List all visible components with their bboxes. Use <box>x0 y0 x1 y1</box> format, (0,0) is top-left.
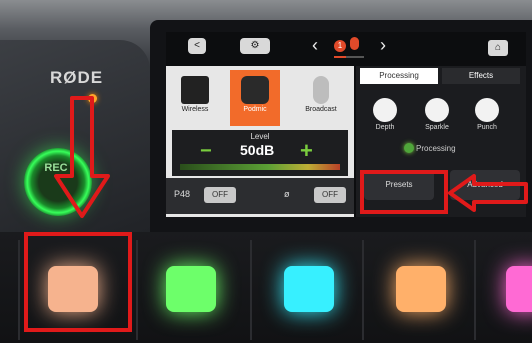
source-label: Wireless <box>181 106 209 113</box>
gear-icon: ⚙ <box>250 40 260 51</box>
effect-sparkle[interactable]: Sparkle <box>422 98 452 131</box>
tab-effects[interactable]: Effects <box>442 68 520 84</box>
next-channel-button[interactable]: › <box>380 36 386 54</box>
microphone-icon <box>350 37 359 50</box>
source-label: Broadcast <box>305 106 337 113</box>
sound-pad-4[interactable] <box>396 266 446 312</box>
effect-punch[interactable]: Punch <box>472 98 502 131</box>
punch-icon <box>475 98 499 122</box>
back-icon: < <box>194 40 200 51</box>
highlight-box-pad <box>24 232 132 332</box>
pad-divider <box>474 240 476 340</box>
highlight-box-presets <box>360 170 448 214</box>
broadcast-mic-icon <box>313 76 329 104</box>
pad-divider <box>136 240 138 340</box>
settings-button[interactable]: ⚙ <box>240 38 270 54</box>
pad-divider <box>250 240 252 340</box>
down-arrow-icon <box>54 96 110 218</box>
effect-label: Punch <box>477 124 497 131</box>
effect-label: Sparkle <box>425 124 449 131</box>
source-broadcast[interactable]: Broadcast <box>296 70 346 126</box>
effect-depth[interactable]: Depth <box>370 98 400 131</box>
processing-toggle[interactable]: Processing <box>404 143 456 153</box>
source-podmic[interactable]: Podmic <box>230 70 280 126</box>
level-value: 50dB <box>240 142 275 158</box>
pad-divider <box>362 240 364 340</box>
level-control: Level − 50dB + <box>172 130 348 176</box>
p48-toggle[interactable]: OFF <box>204 187 236 203</box>
level-meter <box>180 164 340 170</box>
sound-pad-3[interactable] <box>284 266 334 312</box>
phase-label: ø <box>284 189 290 199</box>
panel-tabs: Processing Effects <box>360 68 524 84</box>
processing-led <box>404 143 414 153</box>
sound-pad-5[interactable] <box>506 266 532 312</box>
screen-topbar: < ⚙ ‹ 1 › ⌂ <box>166 32 526 60</box>
brand-logo: RØDE <box>50 68 104 87</box>
effect-label: Depth <box>375 124 395 131</box>
depth-icon <box>373 98 397 122</box>
microphone-icon <box>241 76 269 104</box>
sound-pad-2[interactable] <box>166 266 216 312</box>
channel-number-badge: 1 <box>334 40 346 52</box>
wireless-icon <box>181 76 209 104</box>
device-photo: RØDE REC < ⚙ ‹ 1 › ⌂ Wireless Podmic Bro… <box>0 0 532 343</box>
phase-toggle[interactable]: OFF <box>314 187 346 203</box>
back-button[interactable]: < <box>188 38 206 54</box>
level-decrease-button[interactable]: − <box>200 140 212 163</box>
source-label: Podmic <box>243 106 267 113</box>
tab-processing[interactable]: Processing <box>360 68 438 84</box>
page-indicator <box>334 56 364 58</box>
pad-divider <box>18 240 20 340</box>
left-arrow-icon <box>448 174 528 212</box>
p48-label: P48 <box>174 189 191 199</box>
home-icon: ⌂ <box>494 42 502 53</box>
prev-channel-button[interactable]: ‹ <box>312 36 318 54</box>
home-button[interactable]: ⌂ <box>488 40 508 56</box>
level-increase-button[interactable]: + <box>300 138 313 164</box>
phantom-phase-row: P48 OFF ø OFF <box>166 178 354 214</box>
source-wireless[interactable]: Wireless <box>170 70 220 126</box>
sparkle-icon <box>425 98 449 122</box>
level-label: Level <box>250 132 270 141</box>
processing-label: Processing <box>416 144 456 153</box>
input-panel: Wireless Podmic Broadcast Level − 50dB +… <box>166 66 354 217</box>
